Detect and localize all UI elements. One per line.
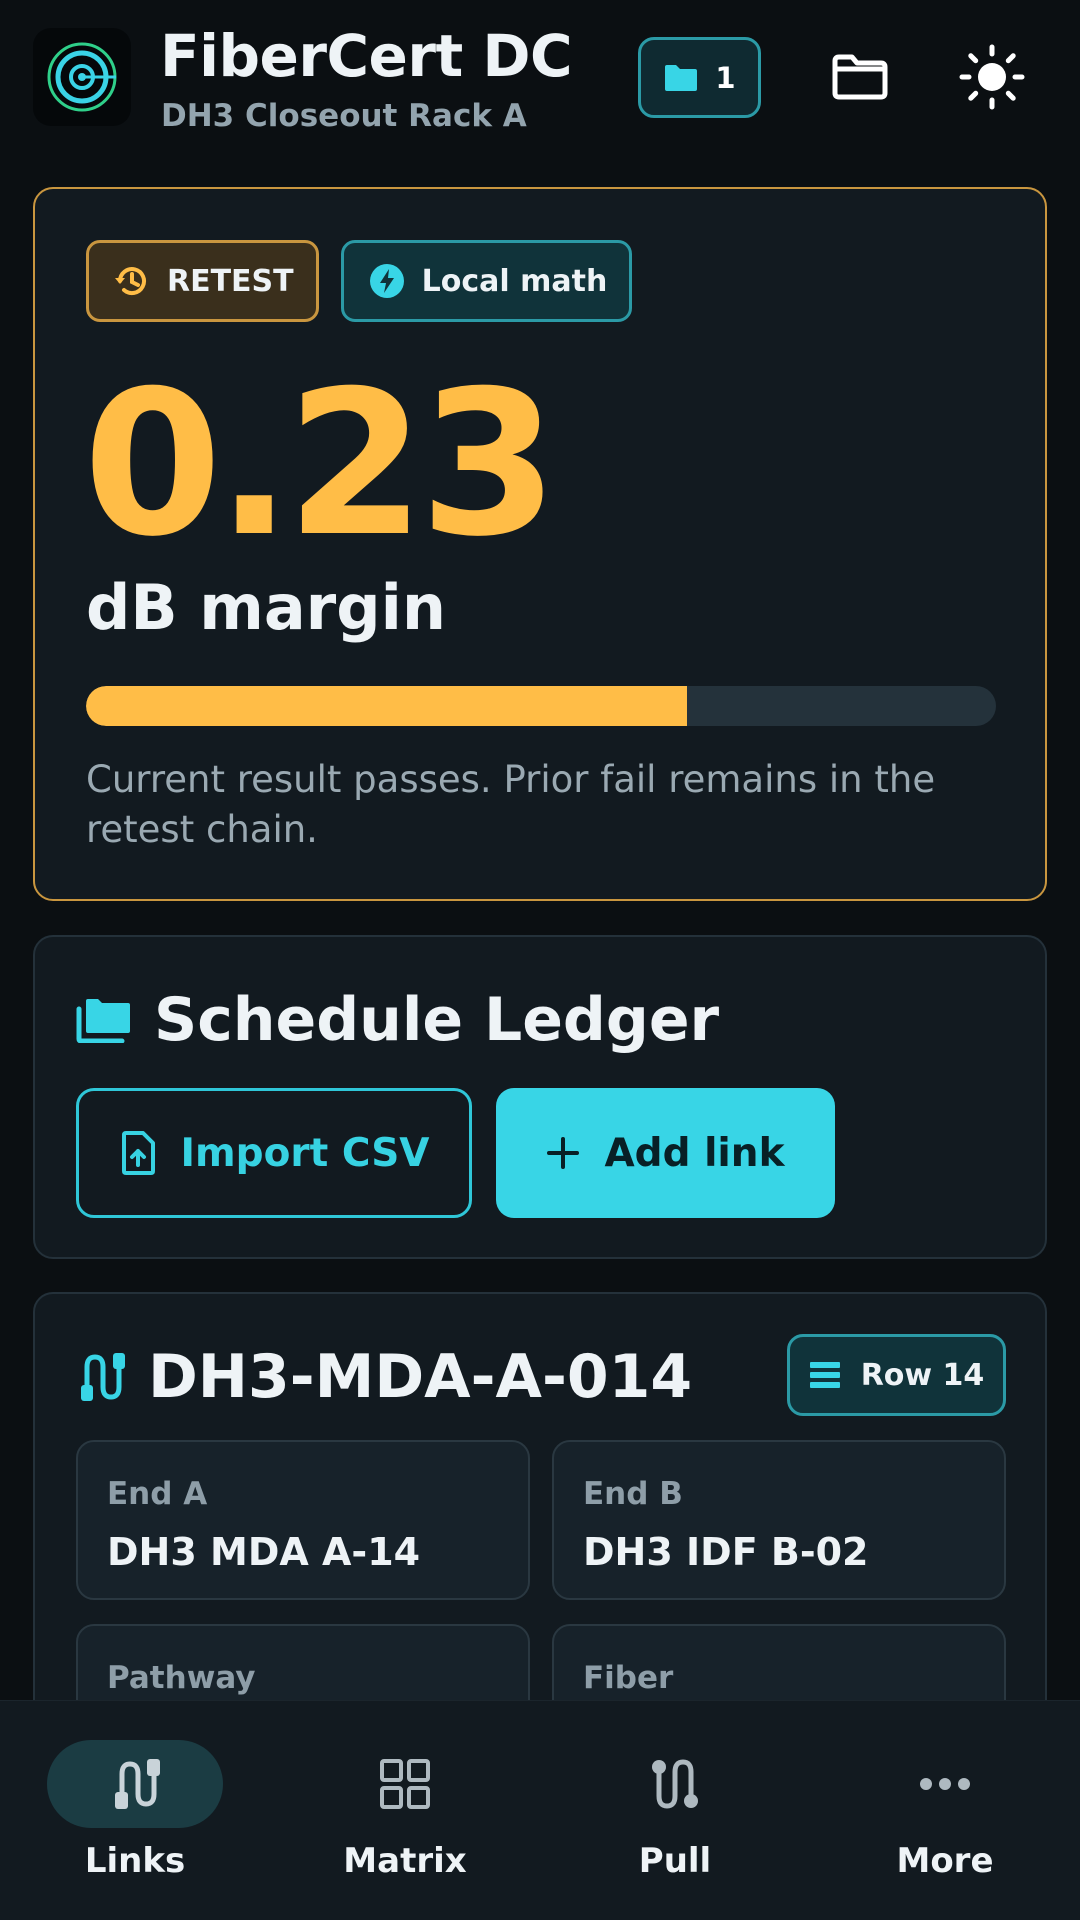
- ledger-title: Schedule Ledger: [154, 985, 720, 1055]
- local-math-badge-label: Local math: [421, 263, 608, 299]
- field-label: End A: [107, 1476, 208, 1512]
- nav-matrix[interactable]: Matrix: [270, 1701, 540, 1920]
- nav-more[interactable]: More: [810, 1701, 1080, 1920]
- history-icon: [115, 267, 146, 296]
- project-count: 1: [715, 60, 736, 95]
- nav-links[interactable]: Links: [0, 1701, 270, 1920]
- nav-links-pill: [47, 1740, 223, 1828]
- app-logo: [33, 28, 131, 126]
- nav-more-pill: [857, 1740, 1033, 1828]
- link-id: DH3-MDA-A-014: [148, 1342, 693, 1412]
- bottom-navigation: Links Matrix Pull More: [0, 1700, 1080, 1920]
- nav-matrix-pill: [317, 1740, 493, 1828]
- cable-icon: [81, 1353, 125, 1401]
- bolt-icon: [369, 264, 404, 298]
- add-link-button[interactable]: Add link: [496, 1088, 835, 1218]
- rows-icon: [809, 1362, 840, 1388]
- status-badges: RETEST Local math: [86, 240, 633, 322]
- nav-pull-pill: [587, 1740, 763, 1828]
- nav-pull[interactable]: Pull: [540, 1701, 810, 1920]
- open-projects-button[interactable]: 1: [638, 37, 761, 118]
- end-a-field[interactable]: End A DH3 MDA A-14: [76, 1440, 530, 1600]
- margin-unit: dB margin: [86, 571, 447, 644]
- field-label: End B: [583, 1476, 683, 1512]
- field-label: Pathway: [107, 1660, 256, 1696]
- margin-card: RETEST Local math 0.23 dB margin Current…: [33, 187, 1047, 901]
- retest-badge: RETEST: [86, 240, 319, 322]
- folders-icon: [76, 999, 130, 1043]
- field-value: DH3 MDA A-14: [107, 1530, 421, 1574]
- fiber-target-icon: [47, 42, 117, 112]
- nav-more-label: More: [896, 1841, 994, 1881]
- schedule-ledger-card: Schedule Ledger Import CSV Add link: [33, 935, 1047, 1259]
- open-folder-button[interactable]: [818, 35, 902, 119]
- margin-note: Current result passes. Prior fail remain…: [86, 758, 936, 851]
- app-subtitle: DH3 Closeout Rack A: [161, 98, 527, 134]
- row-badge[interactable]: Row 14: [787, 1334, 1006, 1416]
- plus-icon: [547, 1137, 580, 1169]
- margin-progress-bar: [86, 686, 996, 726]
- import-csv-label: Import CSV: [180, 1130, 430, 1176]
- field-label: Fiber: [583, 1660, 674, 1696]
- add-link-label: Add link: [604, 1130, 785, 1176]
- nav-matrix-label: Matrix: [343, 1841, 467, 1881]
- folder-outline-icon: [832, 54, 888, 100]
- pull-icon: [652, 1759, 698, 1809]
- theme-toggle-button[interactable]: [950, 35, 1034, 119]
- links-icon: [115, 1759, 160, 1809]
- local-math-badge: Local math: [340, 240, 633, 322]
- nav-pull-label: Pull: [638, 1841, 712, 1881]
- more-icon: [920, 1778, 970, 1790]
- app-header: FiberCert DC DH3 Closeout Rack A 1: [0, 0, 1080, 160]
- margin-progress-fill: [86, 686, 687, 726]
- retest-badge-label: RETEST: [167, 263, 294, 299]
- row-label: Row 14: [860, 1357, 985, 1393]
- nav-links-label: Links: [84, 1841, 186, 1881]
- app-title: FiberCert DC: [160, 22, 573, 90]
- margin-value: 0.23: [83, 348, 558, 581]
- link-header: DH3-MDA-A-014: [76, 1342, 692, 1412]
- grid-icon: [380, 1759, 430, 1809]
- field-value: DH3 IDF B-02: [583, 1530, 869, 1574]
- file-upload-icon: [121, 1131, 155, 1175]
- end-b-field[interactable]: End B DH3 IDF B-02: [552, 1440, 1006, 1600]
- import-csv-button[interactable]: Import CSV: [76, 1088, 472, 1218]
- folder-icon: [665, 64, 698, 91]
- sun-icon: [959, 44, 1025, 110]
- ledger-header: Schedule Ledger: [76, 985, 719, 1055]
